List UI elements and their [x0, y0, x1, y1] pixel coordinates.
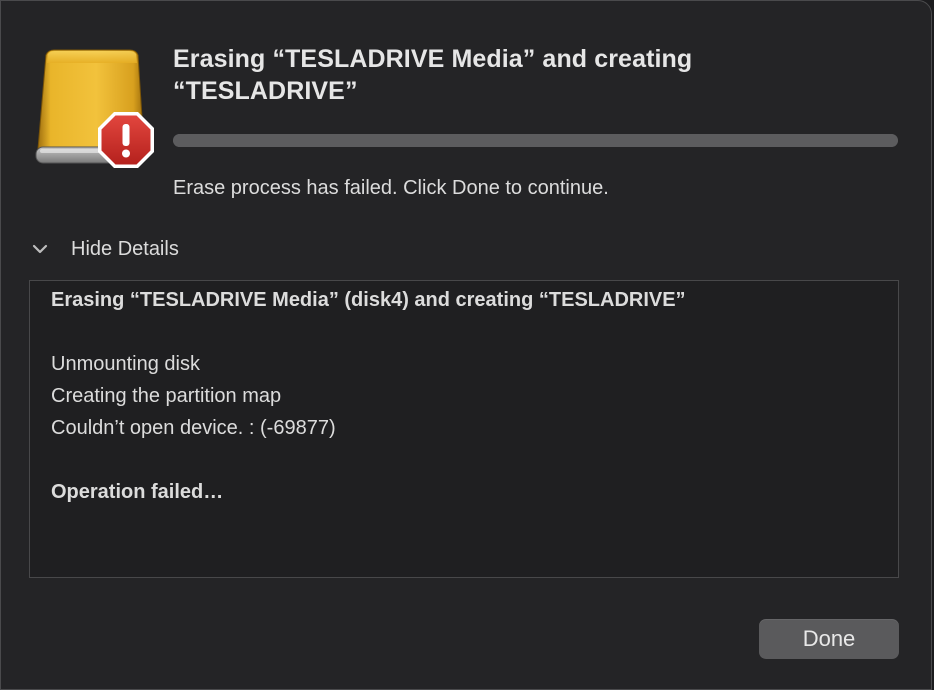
- log-line: Couldn’t open device. : (-69877): [51, 417, 336, 439]
- log-blank-line: [51, 444, 877, 476]
- details-log-panel: Erasing “TESLADRIVE Media” (disk4) and c…: [29, 280, 899, 578]
- log-line: Erasing “TESLADRIVE Media” (disk4) and c…: [51, 289, 686, 311]
- status-message: Erase process has failed. Click Done to …: [173, 177, 609, 199]
- hide-details-label: Hide Details: [71, 238, 179, 260]
- hide-details-toggle[interactable]: Hide Details: [29, 234, 179, 264]
- alert-badge-icon: [95, 109, 157, 171]
- chevron-down-icon: [29, 238, 51, 260]
- progress-bar-fill: [173, 134, 898, 147]
- dialog-title: Erasing “TESLADRIVE Media” and creating …: [173, 45, 693, 105]
- log-line: Creating the partition map: [51, 385, 282, 407]
- log-line: Unmounting disk: [51, 353, 200, 375]
- log-line: Operation failed…: [51, 481, 224, 503]
- progress-bar: [173, 134, 898, 147]
- erase-dialog: Erasing “TESLADRIVE Media” and creating …: [0, 0, 932, 690]
- done-button[interactable]: Done: [759, 619, 899, 659]
- log-blank-line: [51, 316, 877, 348]
